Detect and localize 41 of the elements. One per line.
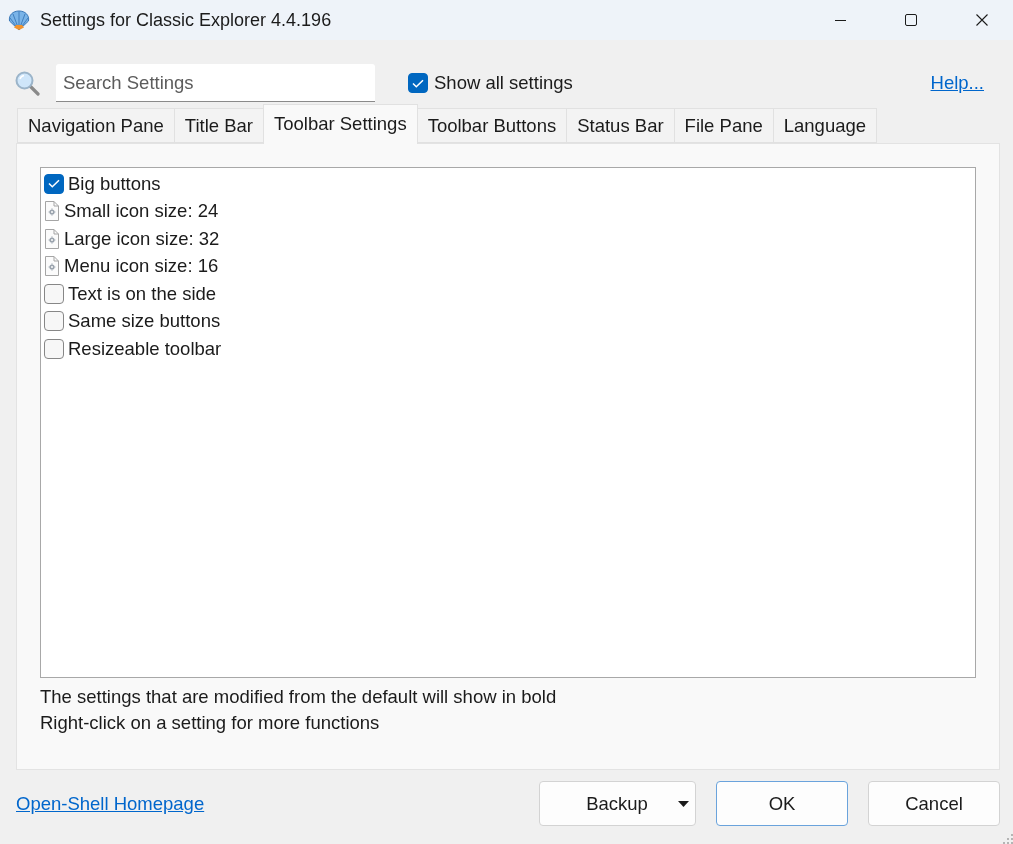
show-all-label[interactable]: Show all settings — [434, 72, 573, 94]
document-gear-icon — [44, 201, 60, 222]
caret-icon — [678, 800, 689, 807]
homepage-link[interactable]: Open-Shell Homepage — [16, 792, 205, 815]
shell-icon — [8, 9, 30, 31]
setting-label[interactable]: Text is on the side — [68, 282, 217, 305]
setting-label[interactable]: Same size buttons — [68, 310, 221, 333]
close-icon — [976, 14, 988, 26]
window-title: Settings for Classic Explorer 4.4.196 — [40, 9, 332, 31]
backup-button[interactable]: Backup — [539, 781, 696, 826]
cancel-button[interactable]: Cancel — [868, 781, 1000, 826]
tab[interactable]: Toolbar Buttons — [416, 108, 568, 143]
help-link[interactable]: Help... — [930, 72, 984, 94]
tab[interactable]: File Pane — [673, 108, 774, 143]
check-icon — [48, 179, 60, 189]
setting-label[interactable]: Resizeable toolbar — [68, 337, 222, 360]
tab[interactable]: Toolbar Settings — [262, 104, 418, 144]
resize-grip-icon[interactable] — [1003, 834, 1013, 844]
checkbox[interactable] — [44, 283, 64, 304]
document-gear-icon — [44, 256, 60, 277]
hint-text: Right-click on a setting for more functions — [40, 711, 380, 735]
hint-text: The settings that are modified from the default will show in bold — [40, 685, 557, 709]
minimize-icon — [834, 19, 846, 21]
setting-label[interactable]: Menu icon size: 16 — [64, 255, 219, 278]
checkbox[interactable] — [44, 173, 64, 194]
checkbox[interactable] — [44, 338, 64, 359]
tab[interactable]: Language — [772, 108, 878, 143]
setting-label[interactable]: Big buttons — [68, 172, 161, 195]
ok-button[interactable]: OK — [716, 781, 848, 826]
tab[interactable]: Navigation Pane — [17, 108, 175, 143]
checkbox[interactable] — [44, 311, 64, 332]
check-icon — [412, 78, 424, 88]
search-field[interactable]: Search Settings — [56, 64, 375, 102]
tab[interactable]: Status Bar — [566, 108, 675, 143]
search-icon — [15, 70, 40, 96]
setting-label[interactable]: Large icon size: 32 — [64, 227, 220, 250]
show-all-checkbox[interactable] — [408, 73, 428, 93]
tab[interactable]: Title Bar — [173, 108, 264, 143]
document-gear-icon — [44, 228, 60, 249]
maximize-icon — [905, 14, 917, 26]
setting-label[interactable]: Small icon size: 24 — [64, 200, 219, 223]
